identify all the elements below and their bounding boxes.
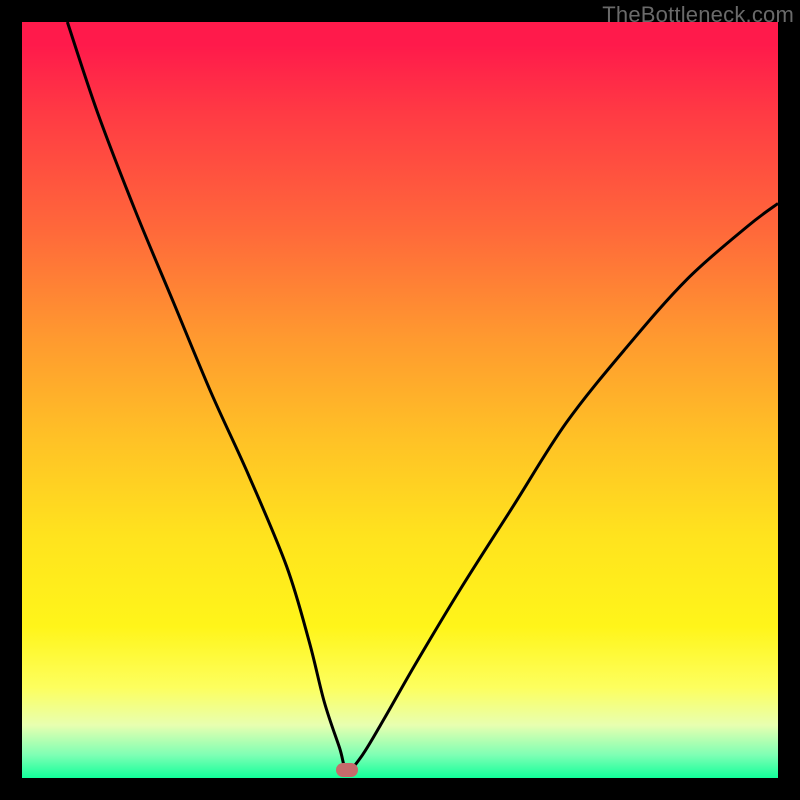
optimal-point-marker: [336, 763, 358, 777]
bottleneck-curve: [22, 22, 778, 778]
plot-frame: [22, 22, 778, 778]
watermark-text: TheBottleneck.com: [602, 2, 794, 28]
